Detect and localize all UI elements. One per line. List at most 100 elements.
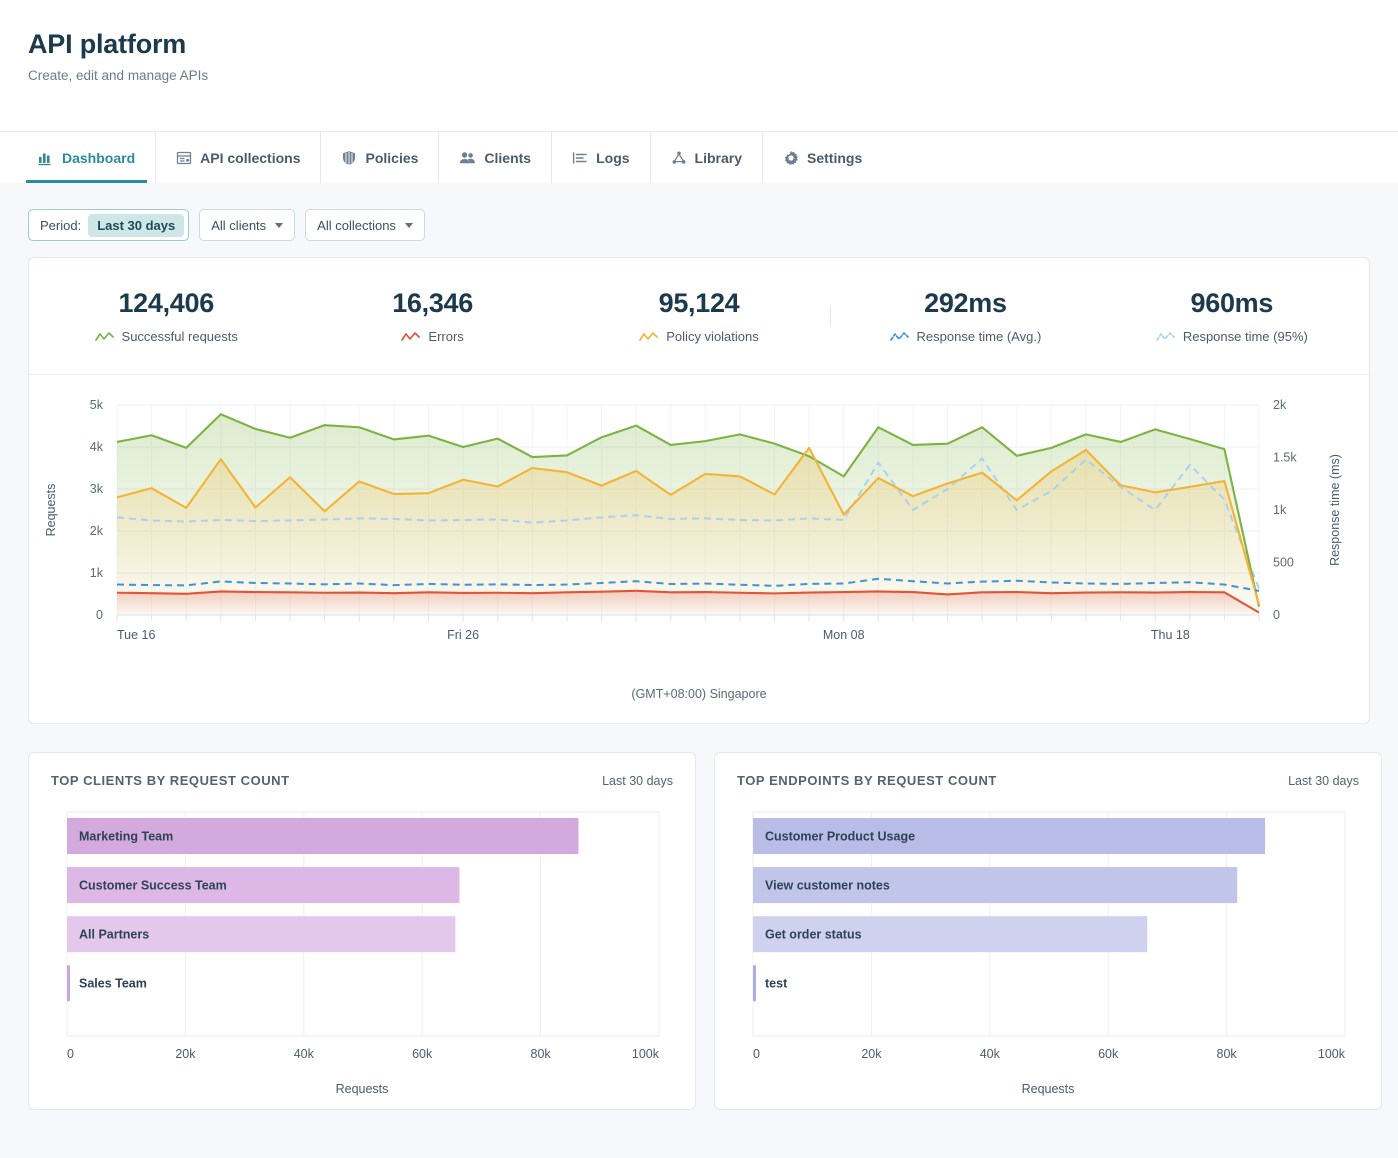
kpi-value: 292ms: [832, 288, 1098, 319]
timezone-note: (GMT+08:00) Singapore: [29, 687, 1369, 701]
svg-text:3k: 3k: [90, 482, 104, 496]
period-filter-label: Period:: [40, 218, 81, 233]
kpi-label-wrap: Response time (Avg.): [832, 329, 1098, 344]
card-period: Last 30 days: [602, 774, 673, 788]
tab-policies[interactable]: Policies: [321, 132, 439, 183]
kpi-label-wrap: Errors: [299, 329, 565, 344]
svg-text:100k: 100k: [632, 1047, 660, 1061]
bar-chart-icon: [38, 150, 54, 166]
tab-settings[interactable]: Settings: [763, 132, 882, 183]
clients-filter[interactable]: All clients: [199, 209, 295, 241]
page-header: API platform Create, edit and manage API…: [0, 0, 1398, 131]
kpi-value: 124,406: [33, 288, 299, 319]
top-clients-card: TOP CLIENTS BY REQUEST COUNT Last 30 day…: [28, 752, 696, 1110]
svg-text:4k: 4k: [90, 440, 104, 454]
collections-filter[interactable]: All collections: [305, 209, 425, 241]
kpi-label: Errors: [428, 329, 463, 344]
svg-text:All Partners: All Partners: [79, 928, 149, 942]
kpi-label: Successful requests: [122, 329, 238, 344]
svg-text:0: 0: [67, 1047, 74, 1061]
svg-text:View customer notes: View customer notes: [765, 879, 890, 893]
library-icon: [671, 150, 687, 166]
axis-label: Requests: [51, 1082, 673, 1096]
svg-text:Sales Team: Sales Team: [79, 977, 147, 991]
line-chart-icon: [401, 331, 420, 343]
tab-label: Library: [695, 150, 742, 166]
shield-icon: [341, 150, 357, 166]
kpi-errors[interactable]: 16,346 Errors: [299, 288, 565, 344]
svg-text:Response time (ms): Response time (ms): [1328, 454, 1342, 566]
svg-text:Customer Product Usage: Customer Product Usage: [765, 830, 915, 844]
logs-icon: [572, 150, 588, 166]
line-chart-icon: [639, 331, 658, 343]
tab-library[interactable]: Library: [651, 132, 763, 183]
top-endpoints-header: TOP ENDPOINTS BY REQUEST COUNT Last 30 d…: [737, 773, 1359, 788]
axis-label: Requests: [737, 1082, 1359, 1096]
dashed-line-chart-icon: [1156, 331, 1175, 343]
svg-text:Marketing Team: Marketing Team: [79, 830, 173, 844]
svg-text:0: 0: [1273, 608, 1280, 622]
kpi-response-time-95[interactable]: 960ms Response time (95%): [1099, 288, 1365, 344]
page-subtitle: Create, edit and manage APIs: [28, 68, 1370, 83]
kpi-value: 16,346: [299, 288, 565, 319]
svg-text:80k: 80k: [1217, 1047, 1238, 1061]
chevron-down-icon: [275, 223, 283, 228]
tab-label: Policies: [365, 150, 418, 166]
svg-text:100k: 100k: [1318, 1047, 1346, 1061]
svg-text:2k: 2k: [90, 524, 104, 538]
bottom-charts-row: TOP CLIENTS BY REQUEST COUNT Last 30 day…: [28, 752, 1370, 1110]
kpi-label: Policy violations: [666, 329, 759, 344]
svg-text:1k: 1k: [90, 566, 104, 580]
svg-text:test: test: [765, 977, 788, 991]
gear-icon: [783, 150, 799, 166]
tab-api-collections[interactable]: API collections: [156, 132, 321, 183]
kpi-row: 124,406 Successful requests 16,346 Error…: [29, 258, 1369, 375]
tab-logs[interactable]: Logs: [552, 132, 650, 183]
filter-bar: Period: Last 30 days All clients All col…: [0, 183, 1398, 257]
dashed-line-chart-icon: [890, 331, 909, 343]
svg-text:60k: 60k: [1098, 1047, 1119, 1061]
kpi-response-time-avg[interactable]: 292ms Response time (Avg.): [832, 288, 1098, 344]
main-tabbar: Dashboard API collections Policies Clien…: [0, 131, 1398, 183]
tab-label: Clients: [484, 150, 531, 166]
svg-text:1.5k: 1.5k: [1273, 451, 1297, 465]
top-clients-bar-chart[interactable]: Marketing Team Customer Success Team All P…: [51, 808, 673, 1072]
svg-text:Mon 08: Mon 08: [823, 628, 865, 642]
kpi-label-wrap: Policy violations: [566, 329, 832, 344]
timeseries-chart[interactable]: 0 1k 2k 3k 4k 5k 0 500 1k 1.5k 2k Tue 16 Fri 26 Mon 0…: [29, 375, 1369, 723]
card-period: Last 30 days: [1288, 774, 1359, 788]
overview-card: 124,406 Successful requests 16,346 Error…: [28, 257, 1370, 724]
card-title: TOP CLIENTS BY REQUEST COUNT: [51, 773, 290, 788]
tab-label: Dashboard: [62, 150, 135, 166]
timeseries-chart-svg: 0 1k 2k 3k 4k 5k 0 500 1k 1.5k 2k Tue 16 Fri 26 Mon 0…: [29, 393, 1369, 673]
kpi-policy-violations[interactable]: 95,124 Policy violations: [566, 288, 832, 344]
kpi-label-wrap: Response time (95%): [1099, 329, 1365, 344]
line-chart-icon: [95, 331, 114, 343]
svg-text:500: 500: [1273, 556, 1294, 570]
kpi-successful-requests[interactable]: 124,406 Successful requests: [33, 288, 299, 344]
users-icon: [459, 150, 476, 166]
svg-text:Customer Success Team: Customer Success Team: [79, 879, 227, 893]
svg-text:Fri 26: Fri 26: [447, 628, 479, 642]
svg-text:40k: 40k: [980, 1047, 1001, 1061]
svg-text:5k: 5k: [90, 398, 104, 412]
kpi-label-wrap: Successful requests: [33, 329, 299, 344]
svg-text:2k: 2k: [1273, 398, 1287, 412]
svg-text:60k: 60k: [412, 1047, 433, 1061]
top-endpoints-bar-chart[interactable]: Customer Product Usage View customer note…: [737, 808, 1359, 1072]
period-filter[interactable]: Period: Last 30 days: [28, 209, 189, 241]
tab-dashboard[interactable]: Dashboard: [18, 132, 156, 183]
tab-label: Settings: [807, 150, 862, 166]
chevron-down-icon: [405, 223, 413, 228]
svg-text:80k: 80k: [531, 1047, 552, 1061]
top-endpoints-card: TOP ENDPOINTS BY REQUEST COUNT Last 30 d…: [714, 752, 1382, 1110]
tab-clients[interactable]: Clients: [439, 132, 552, 183]
svg-text:1k: 1k: [1273, 503, 1287, 517]
svg-text:20k: 20k: [861, 1047, 882, 1061]
svg-text:Get order status: Get order status: [765, 928, 862, 942]
svg-text:0: 0: [96, 608, 103, 622]
tab-label: Logs: [596, 150, 629, 166]
svg-text:Tue 16: Tue 16: [117, 628, 156, 642]
page-title: API platform: [28, 30, 1370, 60]
kpi-label: Response time (Avg.): [917, 329, 1042, 344]
